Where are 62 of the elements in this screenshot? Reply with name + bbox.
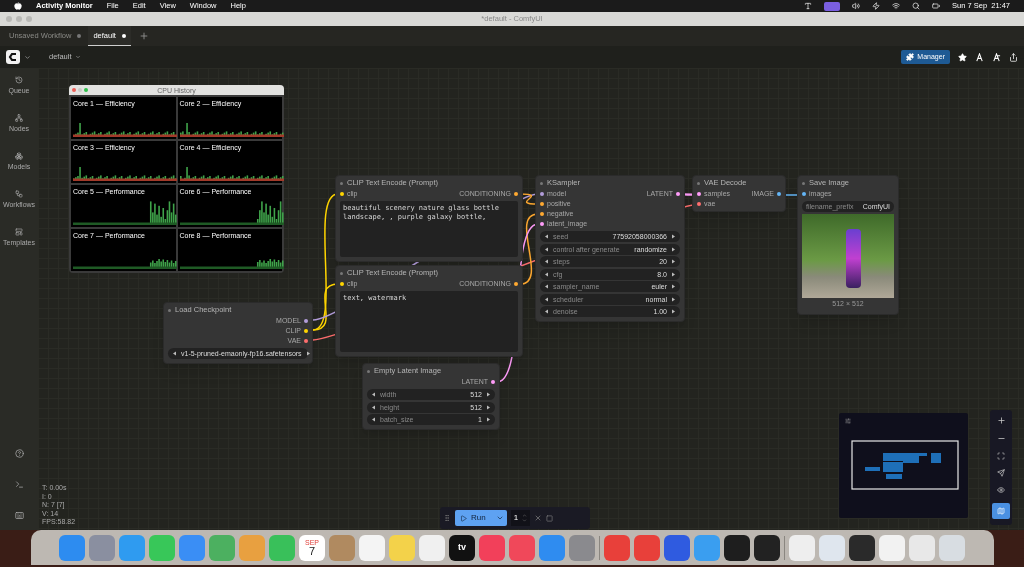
sidebar-item-icon — [15, 114, 23, 122]
right-arrow-icon[interactable] — [486, 417, 491, 422]
help-icon[interactable] — [14, 449, 24, 458]
sidebar-item-icon — [15, 152, 23, 160]
speaker-icon[interactable] — [852, 2, 861, 10]
lightning-icon[interactable] — [872, 2, 881, 10]
drag-handle-icon[interactable] — [443, 514, 451, 522]
sidebar-item-icon — [15, 76, 23, 84]
left-arrow-icon[interactable] — [172, 351, 177, 356]
tv-app-icon[interactable]: tv — [449, 534, 475, 561]
sidebar-item-icon — [15, 228, 23, 236]
eye-icon[interactable] — [997, 485, 1005, 494]
battery-icon[interactable] — [932, 2, 941, 10]
app-icon[interactable] — [849, 534, 875, 561]
left-arrow-icon[interactable] — [544, 246, 549, 252]
zoom-in-icon[interactable] — [996, 416, 1006, 426]
left-arrow-icon[interactable] — [371, 417, 376, 422]
minimap[interactable] — [839, 413, 968, 518]
settings-icon[interactable] — [845, 418, 851, 424]
wifi-icon[interactable] — [892, 2, 901, 10]
right-arrow-icon[interactable] — [671, 309, 676, 314]
right-arrow-icon[interactable] — [671, 259, 676, 264]
fit-view-icon[interactable] — [997, 452, 1005, 461]
minimap-toggle[interactable] — [992, 502, 1010, 519]
app-icon[interactable] — [754, 534, 780, 561]
right-arrow-icon[interactable] — [671, 234, 676, 239]
terminal-icon[interactable] — [14, 480, 24, 489]
play-icon — [460, 514, 467, 522]
left-arrow-icon[interactable] — [544, 259, 549, 264]
right-arrow-icon[interactable] — [486, 404, 491, 410]
left-arrow-icon[interactable] — [544, 296, 549, 302]
logo-icon[interactable] — [6, 50, 20, 64]
text-input-icon[interactable] — [804, 2, 813, 10]
search-icon[interactable] — [912, 2, 921, 10]
right-arrow-icon[interactable] — [671, 284, 676, 289]
screen-share-icon[interactable] — [824, 1, 841, 11]
left-arrow-icon[interactable] — [544, 309, 549, 314]
left-arrow-icon[interactable] — [371, 404, 376, 410]
caret-icon — [495, 514, 504, 522]
right-arrow-icon[interactable] — [671, 246, 676, 252]
run-button[interactable]: Run — [455, 510, 507, 526]
keyboard-icon[interactable] — [14, 511, 24, 520]
add-tab-icon[interactable] — [138, 31, 149, 41]
close-icon[interactable] — [534, 514, 543, 522]
star-icon[interactable] — [958, 52, 967, 62]
right-arrow-icon[interactable] — [671, 271, 676, 277]
left-arrow-icon[interactable] — [371, 392, 376, 397]
right-arrow-icon[interactable] — [486, 392, 491, 397]
puzzle-icon — [906, 53, 915, 61]
map-icon — [997, 506, 1005, 515]
share-icon[interactable] — [1009, 52, 1018, 62]
right-arrow-icon[interactable] — [671, 296, 676, 302]
left-arrow-icon[interactable] — [544, 234, 549, 239]
caret-icon — [74, 54, 81, 60]
left-arrow-icon[interactable] — [544, 271, 549, 277]
right-arrow-icon[interactable] — [305, 351, 311, 356]
send-icon[interactable] — [997, 468, 1005, 477]
sidebar-item-icon — [15, 190, 23, 198]
apple-icon[interactable] — [14, 2, 22, 10]
left-arrow-icon[interactable] — [544, 284, 549, 289]
logo-menu-caret-icon[interactable] — [24, 53, 31, 61]
app-icon[interactable] — [724, 534, 750, 561]
